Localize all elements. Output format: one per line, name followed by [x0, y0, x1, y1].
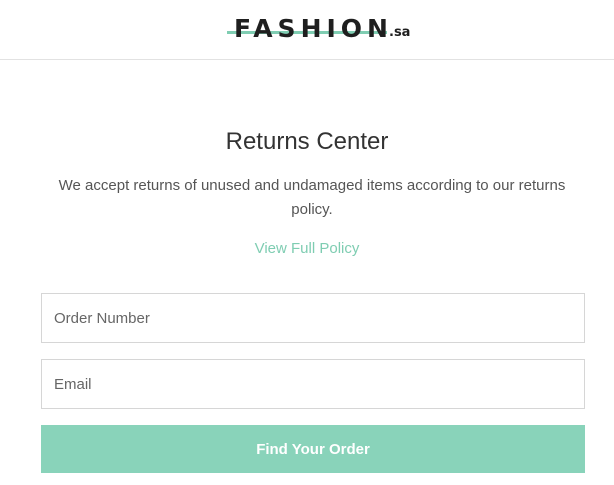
- find-your-order-button[interactable]: Find Your Order: [41, 425, 585, 473]
- fashion-logo[interactable]: FASHION .sa: [226, 14, 421, 48]
- returns-description: We accept returns of unused and undamage…: [58, 177, 566, 218]
- site-header: FASHION .sa: [0, 0, 614, 60]
- view-full-policy-link[interactable]: View Full Policy: [0, 238, 614, 260]
- email-input[interactable]: [41, 359, 585, 409]
- logo-domain-suffix: .sa: [389, 25, 411, 40]
- order-number-input[interactable]: [41, 293, 585, 343]
- page-title: Returns Center: [225, 128, 389, 155]
- logo-wordmark: FASHION: [234, 14, 393, 43]
